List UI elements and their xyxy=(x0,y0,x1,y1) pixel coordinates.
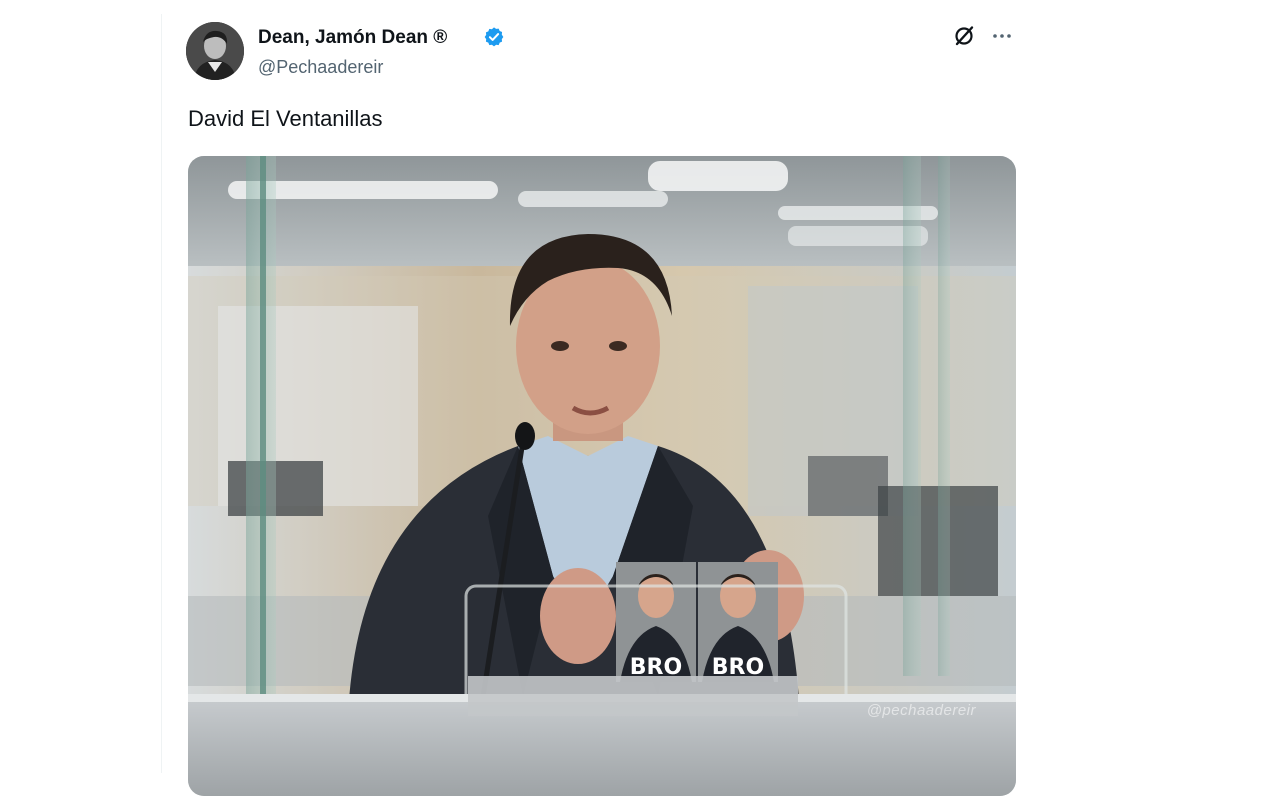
more-options-icon xyxy=(990,24,1014,53)
display-name[interactable]: Dean, Jamón Dean ® xyxy=(258,27,447,49)
verified-badge-icon xyxy=(483,26,505,48)
tweet-card[interactable]: Dean, Jamón Dean ® @Pechaadereir David E… xyxy=(162,0,1042,796)
user-handle[interactable]: @Pechaadereir xyxy=(258,57,383,78)
media-watermark: @pechaadereir xyxy=(866,702,976,719)
grok-icon xyxy=(952,24,976,53)
more-options-button[interactable] xyxy=(988,24,1016,52)
tweet-media-image[interactable]: BRO BRO @pechaadereir xyxy=(188,156,1016,796)
avatar[interactable] xyxy=(186,22,244,80)
tweet-text: David El Ventanillas xyxy=(188,106,383,131)
grok-button[interactable] xyxy=(950,24,978,52)
